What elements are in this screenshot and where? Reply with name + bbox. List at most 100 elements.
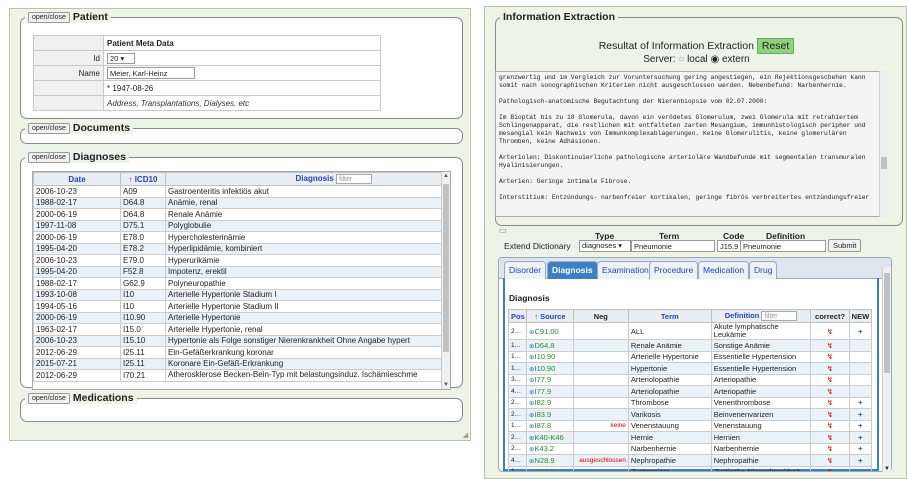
table-row[interactable]: 2200 ⊕I83.9 Varikosis Beinvenenvarizen ↯ + [508, 408, 872, 421]
table-row[interactable]: 1062 ⊕I10.90 Arterielle Hypertonie Essentie… [508, 350, 872, 363]
col-diagnosis-header[interactable]: Diagnosis filter [165, 172, 443, 186]
table-row[interactable]: 2012-06-29 I70.21 Atherosklerose Becken-Be… [33, 369, 443, 382]
source-cell[interactable]: ⊕Q61.9 [526, 465, 574, 471]
correct-cell[interactable]: ↯ [810, 465, 850, 471]
term-cell[interactable]: Arteriolopathie [627, 373, 712, 386]
submit-button[interactable]: Submit [828, 239, 862, 252]
radio-extern[interactable]: ◉ [710, 54, 719, 65]
table-row[interactable]: 1995-04-20 E78.2 Hyperlipidämie, kombinier… [33, 242, 443, 255]
new-cell[interactable]: + [848, 322, 872, 340]
definition-filter-input[interactable]: filter [761, 311, 798, 321]
code-input[interactable]: J15.9 [717, 240, 741, 252]
source-cell[interactable]: ⊕I82.9 [526, 396, 574, 409]
tab-drug[interactable]: Drug [749, 261, 778, 279]
term-cell[interactable]: Arteriolopathie [627, 385, 712, 398]
text-scrollbar[interactable] [879, 71, 888, 217]
source-cell[interactable]: ⊕I77.9 [526, 373, 574, 386]
table-row[interactable]: 2230 ⊕C91.00 ALL Akute lymphatische Leukämi… [508, 322, 872, 340]
patient-toggle-button[interactable]: open/close [28, 11, 70, 23]
table-row[interactable]: 1997-11-08 D75.1 Polyglobulie [33, 219, 443, 232]
term-cell[interactable]: Zystenniere [627, 465, 712, 471]
type-select[interactable]: diagnoses ▾ [579, 240, 631, 252]
table-row[interactable]: 2918 ⊕K43.2 Narbenhernie Narbenhernie ↯ + [508, 442, 872, 455]
diagnoses-scrollbar[interactable]: ▲ ▼ [441, 172, 450, 389]
source-cell[interactable]: ⊕N28.9 [526, 454, 574, 467]
table-row[interactable]: 2000-06-19 D64.8 Renale Anämie [33, 208, 443, 221]
new-cell[interactable] [848, 350, 872, 363]
table-row[interactable]: 2015-07-21 I25.11 Koronare Ein-Gefäß-Erkra… [33, 357, 443, 370]
tab-procedure[interactable]: Procedure [649, 261, 699, 279]
table-row[interactable]: 1993-10-08 I10 Arterielle Hypertonie Stadi… [33, 288, 443, 301]
term-cell[interactable]: ALL [627, 322, 712, 340]
new-cell[interactable]: + [848, 442, 872, 455]
table-row[interactable]: 2918 ⊕K40-K46 Hernie Hernien ↯ + [508, 431, 872, 444]
term-cell[interactable]: Varikosis [627, 408, 712, 421]
table-row[interactable]: 1073 ⊕I10.90 Hypertonie Essentielle Hyperte… [508, 362, 872, 375]
definition-input[interactable]: Pneumonie [740, 240, 826, 252]
new-cell[interactable]: + [848, 431, 872, 444]
source-cell[interactable]: ⊕K40-K46 [526, 431, 574, 444]
correct-cell[interactable]: ↯ [810, 350, 850, 363]
name-input[interactable]: Meier, Karl-Heinz [107, 67, 195, 79]
correct-cell[interactable]: ↯ [810, 339, 850, 352]
table-row[interactable]: 2006-10-23 A09 Gastroenteritis infektiös a… [33, 185, 443, 198]
table-row[interactable]: 1963-02-17 I15.0 Arterielle Hypertonie, re… [33, 323, 443, 336]
extracted-text-box[interactable]: grenzwertig und im Vergleich zur Vorunte… [495, 71, 888, 217]
diagnoses-toggle-button[interactable]: open/close [28, 151, 70, 163]
table-row[interactable]: 1988-02-17 G62.9 Polyneuropathie [33, 277, 443, 290]
tab-diagnosis[interactable]: Diagnosis [547, 261, 598, 279]
correct-cell[interactable]: ↯ [810, 362, 850, 375]
pos-header[interactable]: Pos [508, 309, 528, 323]
term-cell[interactable]: Nephropathie [627, 454, 712, 467]
source-cell[interactable]: ⊕K43.2 [526, 442, 574, 455]
new-cell[interactable] [848, 465, 872, 471]
term-cell[interactable]: Thrombose [627, 396, 712, 409]
table-row[interactable]: 2006-10-23 I15.10 Hypertonie als Folge son… [33, 334, 443, 347]
table-row[interactable]: 2000-06-19 I10.90 Arterielle Hypertonie [33, 311, 443, 324]
correct-cell[interactable]: ↯ [810, 373, 850, 386]
correct-cell[interactable]: ↯ [810, 442, 850, 455]
correct-cell[interactable]: ↯ [810, 454, 850, 467]
correct-cell[interactable]: ↯ [810, 408, 850, 421]
term-cell[interactable]: Hernie [627, 431, 712, 444]
table-row[interactable]: 3756 ⊕I77.9 Arteriolopathie Arteriopathie ↯ [508, 373, 872, 386]
medications-toggle-button[interactable]: open/close [28, 392, 70, 404]
documents-toggle-button[interactable]: open/close [28, 122, 70, 134]
table-row[interactable]: 1108 ⊕D64.8 Renale Anämie Sonstige Anämie ↯ [508, 339, 872, 352]
new-cell[interactable]: + [848, 419, 872, 432]
right-scrollbar[interactable]: ▼ [882, 267, 891, 472]
table-row[interactable]: 1040⊕Q61.9 ZystenniereZystische Nierenkra… [508, 465, 872, 471]
col-date-header[interactable]: Date [33, 172, 121, 186]
id-select[interactable]: 20 ▾ [107, 52, 135, 64]
term-col-header[interactable]: Term [627, 309, 712, 323]
new-cell[interactable]: + [848, 408, 872, 421]
term-input[interactable]: Pneumonie [631, 240, 715, 252]
diagnosis-filter-input[interactable]: filter [336, 174, 372, 184]
tab-disorder[interactable]: Disorder [504, 261, 547, 279]
new-cell[interactable] [848, 362, 872, 375]
source-header[interactable]: ↑ Source [526, 309, 574, 323]
table-row[interactable]: 4505 ⊕I77.9 Arteriolopathie Arteriopathie ↯ [508, 385, 872, 398]
new-cell[interactable] [848, 339, 872, 352]
new-cell[interactable] [848, 373, 872, 386]
table-row[interactable]: 1988-02-17 D64.8 Anämie, renal [33, 196, 443, 209]
source-cell[interactable]: ⊕I77.9 [526, 385, 574, 398]
definition-col-header[interactable]: Definition filter [710, 309, 812, 323]
term-cell[interactable]: Arterielle Hypertonie [627, 350, 712, 363]
source-cell[interactable]: ⊕I10.90 [526, 350, 574, 363]
new-cell[interactable]: + [848, 396, 872, 409]
col-icd-header[interactable]: ↑ ICD10 [120, 172, 166, 186]
term-cell[interactable]: Hypertonie [627, 362, 712, 375]
source-cell[interactable]: ⊕I10.90 [526, 362, 574, 375]
source-cell[interactable]: ⊕I83.9 [526, 408, 574, 421]
term-cell[interactable]: Venenstauung [627, 419, 712, 432]
table-row[interactable]: 1995-04-20 F52.8 Impotenz, erektil [33, 265, 443, 278]
collapse-icon[interactable]: ▭ [499, 226, 507, 235]
table-row[interactable]: 2000-06-19 E78.0 Hypercholesterinämie [33, 231, 443, 244]
table-row[interactable]: 2012-06-29 I25.11 Ein-Gefäßerkrankung koro… [33, 346, 443, 359]
correct-cell[interactable]: ↯ [810, 385, 850, 398]
term-cell[interactable]: Renale Anämie [627, 339, 712, 352]
table-row[interactable]: 2006-10-23 E79.0 Hyperurikämie [33, 254, 443, 267]
new-cell[interactable]: + [848, 454, 872, 467]
tab-medication[interactable]: Medication [698, 261, 750, 279]
